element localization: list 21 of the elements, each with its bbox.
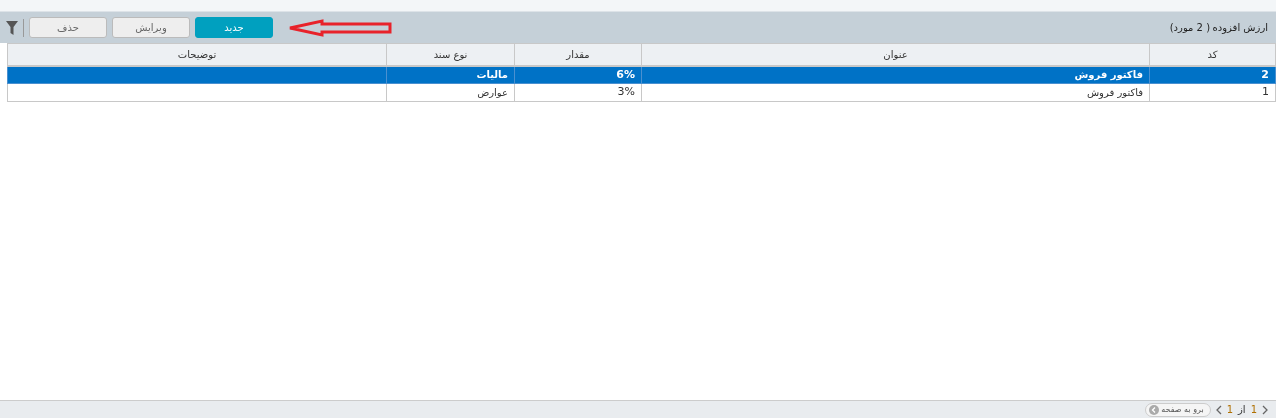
back-arrow-icon <box>1148 404 1159 415</box>
record-count: ( 2 مورد) <box>1169 21 1211 35</box>
table-cell: فاکتور فروش <box>641 83 1150 102</box>
go-to-page-button[interactable]: برو به صفحه <box>1144 402 1211 417</box>
pager-label: از <box>1238 403 1246 417</box>
toolbar-button[interactable]: حذف <box>29 17 107 38</box>
table-cell: 1 <box>1149 83 1276 102</box>
column-header[interactable]: مقدار <box>514 43 642 66</box>
page-total: 1 <box>1226 403 1233 417</box>
column-header[interactable]: توضیحات <box>7 43 387 66</box>
panel-title: ارزش افزوده <box>1212 21 1268 35</box>
next-page-icon[interactable] <box>1215 404 1222 415</box>
column-header[interactable]: عنوان <box>641 43 1150 66</box>
previous-page-icon[interactable] <box>1262 404 1268 415</box>
column-header[interactable]: نوع سند <box>386 43 515 66</box>
table-cell: عوارض <box>386 83 515 102</box>
filter-icon[interactable] <box>6 20 18 35</box>
column-header[interactable]: کد <box>1149 43 1276 66</box>
table-cell: 3% <box>514 83 642 102</box>
toolbar-button[interactable]: ویرایش <box>112 17 190 38</box>
page-number: 1 <box>1250 403 1257 417</box>
